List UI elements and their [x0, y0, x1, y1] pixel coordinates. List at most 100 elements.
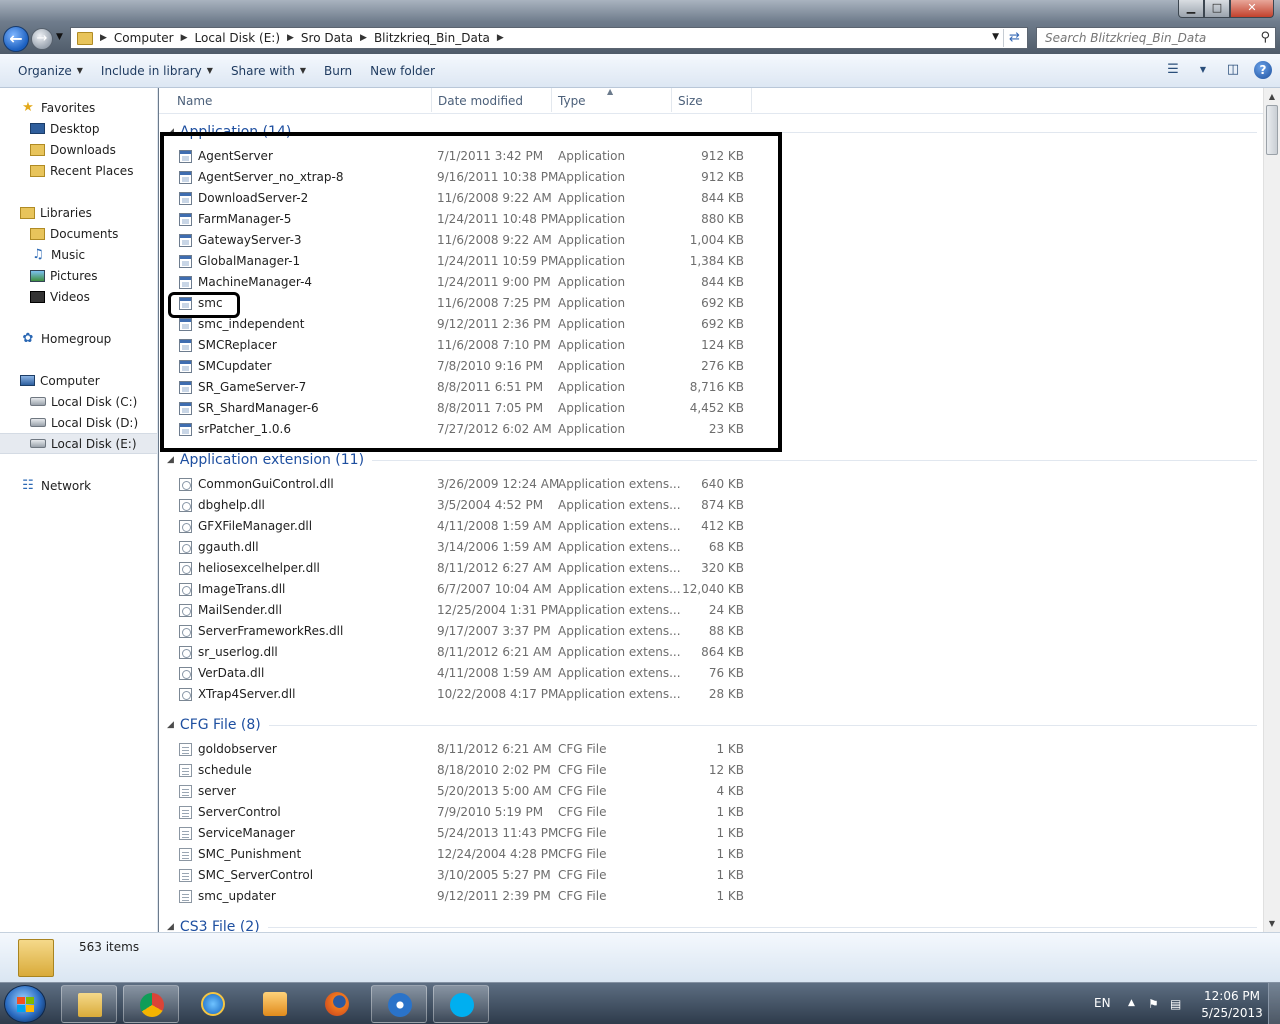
file-row[interactable]: MachineManager-4 1/24/2011 9:00 PM Applica…: [177, 272, 747, 293]
file-row[interactable]: ServerFrameworkRes.dll 9/17/2007 3:37 PM A…: [177, 621, 747, 642]
nav-local-disk-c[interactable]: Local Disk (C:): [0, 391, 157, 412]
file-row[interactable]: dbghelp.dll 3/5/2004 4:52 PM Application e…: [177, 495, 747, 516]
help-icon[interactable]: ?: [1254, 61, 1272, 79]
organize-button[interactable]: Organize ▼: [10, 64, 93, 78]
collapse-triangle-icon[interactable]: ◢: [167, 720, 174, 730]
file-row[interactable]: XTrap4Server.dll 10/22/2008 4:17 PM Applic…: [177, 684, 747, 705]
file-row[interactable]: ServerControl 7/9/2010 5:19 PM CFG File 1 K…: [177, 802, 747, 823]
taskbar-media-player[interactable]: [247, 985, 303, 1023]
nav-homegroup[interactable]: ✿ Homegroup: [0, 328, 157, 349]
breadcrumb-arrow-icon[interactable]: ▶: [284, 33, 297, 43]
taskbar-internet-explorer[interactable]: [185, 985, 241, 1023]
column-divider[interactable]: [551, 88, 552, 112]
show-desktop-button[interactable]: [1268, 983, 1280, 1024]
file-row[interactable]: goldobserver 8/11/2012 6:21 AM CFG File 1 K…: [177, 739, 747, 760]
nav-downloads[interactable]: Downloads: [0, 139, 157, 160]
file-row[interactable]: AgentServer 7/1/2011 3:42 PM Application 91…: [177, 146, 747, 167]
share-with-button[interactable]: Share with ▼: [223, 64, 316, 78]
file-row[interactable]: SMCReplacer 11/6/2008 7:10 PM Application 1…: [177, 335, 747, 356]
nav-documents[interactable]: Documents: [0, 223, 157, 244]
nav-local-disk-d[interactable]: Local Disk (D:): [0, 412, 157, 433]
file-row[interactable]: SR_ShardManager-6 8/8/2011 7:05 PM Applica…: [177, 398, 747, 419]
file-row[interactable]: smc 11/6/2008 7:25 PM Application 692 KB: [177, 293, 747, 314]
file-row[interactable]: sr_userlog.dll 8/11/2012 6:21 AM Applicati…: [177, 642, 747, 663]
collapse-triangle-icon[interactable]: ◢: [167, 922, 174, 932]
scroll-up-icon[interactable]: ▲: [1264, 88, 1280, 105]
file-row[interactable]: FarmManager-5 1/24/2011 10:48 PM Applicati…: [177, 209, 747, 230]
breadcrumb-arrow-icon[interactable]: ▶: [97, 33, 110, 43]
column-date-modified[interactable]: Date modified: [438, 94, 523, 108]
nav-libraries[interactable]: Libraries: [0, 202, 157, 223]
file-row[interactable]: GatewayServer-3 11/6/2008 9:22 AM Applicat…: [177, 230, 747, 251]
minimize-button[interactable]: ▁: [1178, 0, 1204, 18]
file-row[interactable]: SR_GameServer-7 8/8/2011 6:51 PM Applicati…: [177, 377, 747, 398]
clock-date[interactable]: 5/25/2013: [1200, 1006, 1264, 1020]
group-header[interactable]: ◢ CS3 File (2): [167, 917, 1257, 932]
show-hidden-icons-icon[interactable]: ▲: [1128, 998, 1135, 1008]
breadcrumb-arrow-icon[interactable]: ▶: [494, 33, 507, 43]
collapse-triangle-icon[interactable]: ◢: [167, 127, 174, 137]
taskbar-explorer[interactable]: [61, 985, 117, 1023]
column-divider[interactable]: [671, 88, 672, 112]
maximize-button[interactable]: □: [1204, 0, 1230, 18]
nav-music[interactable]: ♫ Music: [0, 244, 157, 265]
file-row[interactable]: heliosexcelhelper.dll 8/11/2012 6:27 AM Ap…: [177, 558, 747, 579]
view-list-icon[interactable]: ☰: [1164, 61, 1182, 79]
start-button[interactable]: [4, 985, 46, 1023]
file-row[interactable]: smc_independent 9/12/2011 2:36 PM Applicat…: [177, 314, 747, 335]
file-row[interactable]: AgentServer_no_xtrap-8 9/16/2011 10:38 PM…: [177, 167, 747, 188]
scroll-down-icon[interactable]: ▼: [1264, 915, 1280, 932]
nav-recent-places[interactable]: Recent Places: [0, 160, 157, 181]
file-row[interactable]: GlobalManager-1 1/24/2011 10:59 PM Applica…: [177, 251, 747, 272]
taskbar-app[interactable]: [371, 985, 427, 1023]
file-row[interactable]: SMC_ServerControl 3/10/2005 5:27 PM CFG Fi…: [177, 865, 747, 886]
column-type[interactable]: Type: [558, 94, 586, 108]
group-header[interactable]: ◢ Application extension (11): [167, 450, 1257, 470]
nav-desktop[interactable]: Desktop: [0, 118, 157, 139]
column-name[interactable]: Name: [177, 94, 212, 108]
file-row[interactable]: schedule 8/18/2010 2:02 PM CFG File 12 KB: [177, 760, 747, 781]
breadcrumb-local-disk-e[interactable]: Local Disk (E:): [191, 31, 285, 45]
breadcrumb-computer[interactable]: Computer: [110, 31, 178, 45]
breadcrumb-arrow-icon[interactable]: ▶: [357, 33, 370, 43]
file-row[interactable]: ggauth.dll 3/14/2006 1:59 AM Application e…: [177, 537, 747, 558]
view-dropdown-icon[interactable]: ▼: [1194, 61, 1212, 79]
group-header[interactable]: ◢ CFG File (8): [167, 715, 1257, 735]
file-row[interactable]: ServiceManager 5/24/2013 11:43 PM CFG File…: [177, 823, 747, 844]
refresh-icon[interactable]: ⇄: [1003, 29, 1025, 47]
collapse-triangle-icon[interactable]: ◢: [167, 455, 174, 465]
column-size[interactable]: Size: [678, 94, 703, 108]
back-button[interactable]: ←: [3, 26, 29, 52]
file-row[interactable]: MailSender.dll 12/25/2004 1:31 PM Applicat…: [177, 600, 747, 621]
clock-time[interactable]: 12:06 PM: [1200, 989, 1264, 1003]
recent-pages-dropdown[interactable]: ▼: [56, 32, 63, 42]
network-status-icon[interactable]: ▤: [1170, 997, 1181, 1011]
address-history-dropdown-icon[interactable]: ▼: [992, 32, 999, 42]
scroll-thumb[interactable]: [1266, 105, 1278, 155]
breadcrumb-arrow-icon[interactable]: ▶: [178, 33, 191, 43]
group-header[interactable]: ◢ Application (14): [167, 122, 1257, 142]
column-divider[interactable]: [431, 88, 432, 112]
file-row[interactable]: SMCupdater 7/8/2010 9:16 PM Application 276…: [177, 356, 747, 377]
new-folder-button[interactable]: New folder: [362, 64, 445, 78]
forward-button[interactable]: →: [31, 28, 53, 50]
nav-favorites[interactable]: ★ Favorites: [0, 97, 157, 118]
include-in-library-button[interactable]: Include in library ▼: [93, 64, 223, 78]
action-center-flag-icon[interactable]: ⚑: [1148, 997, 1159, 1011]
nav-computer[interactable]: Computer: [0, 370, 157, 391]
nav-pictures[interactable]: Pictures: [0, 265, 157, 286]
column-divider[interactable]: [751, 88, 752, 112]
breadcrumb-sro-data[interactable]: Sro Data: [297, 31, 357, 45]
taskbar-skype[interactable]: [433, 985, 489, 1023]
file-row[interactable]: GFXFileManager.dll 4/11/2008 1:59 AM Appli…: [177, 516, 747, 537]
language-indicator[interactable]: EN: [1094, 996, 1111, 1010]
file-row[interactable]: SMC_Punishment 12/24/2004 4:28 PM CFG File…: [177, 844, 747, 865]
search-box[interactable]: ⚲: [1036, 27, 1276, 49]
nav-network[interactable]: ☷ Network: [0, 475, 157, 496]
file-row[interactable]: DownloadServer-2 11/6/2008 9:22 AM Applica…: [177, 188, 747, 209]
preview-pane-icon[interactable]: ◫: [1224, 61, 1242, 79]
file-row[interactable]: VerData.dll 4/11/2008 1:59 AM Application …: [177, 663, 747, 684]
address-bar[interactable]: ▶ Computer ▶ Local Disk (E:) ▶ Sro Data …: [70, 27, 1028, 49]
file-row[interactable]: smc_updater 9/12/2011 2:39 PM CFG File 1 KB: [177, 886, 747, 907]
burn-button[interactable]: Burn: [316, 64, 362, 78]
